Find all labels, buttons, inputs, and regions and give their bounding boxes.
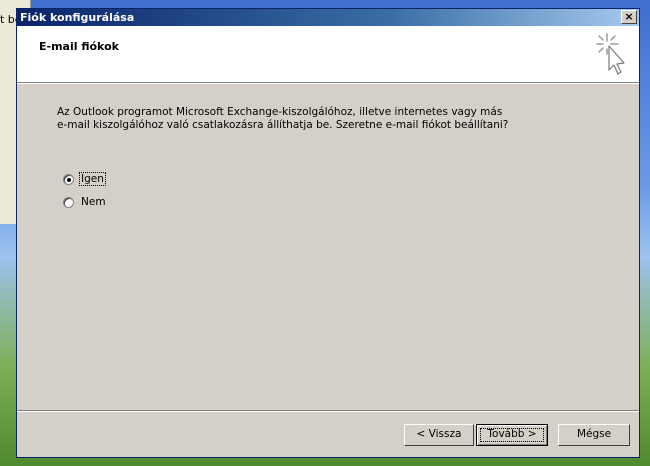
- question-line-1: Az Outlook programot Microsoft Exchange-…: [57, 106, 503, 118]
- next-button[interactable]: Tovább >: [476, 424, 548, 446]
- page-title: E-mail fiókok: [39, 40, 119, 53]
- radio-label-igen[interactable]: Igen: [79, 172, 106, 186]
- question-text: Az Outlook programot Microsoft Exchange-…: [57, 106, 527, 132]
- sparkle-cursor-icon: [596, 33, 625, 75]
- radio-option-nem[interactable]: Nem: [63, 195, 107, 209]
- radio-button-igen[interactable]: [63, 173, 74, 185]
- account-settings-dialog: Fiók konfigurálása × E-mail fiókok Az Ou…: [16, 8, 640, 458]
- radio-option-igen[interactable]: Igen: [63, 172, 106, 186]
- footer-divider-highlight: [17, 411, 639, 412]
- cancel-button[interactable]: Mégse: [558, 424, 630, 446]
- radio-button-nem[interactable]: [63, 196, 74, 208]
- wizard-header: E-mail fiókok: [17, 26, 639, 83]
- back-button[interactable]: < Vissza: [404, 424, 474, 446]
- next-button-label: Tovább >: [477, 425, 547, 445]
- dialog-title: Fiók konfigurálása: [20, 11, 135, 24]
- question-line-2: e-mail kiszolgálóhoz való csatlakozásra …: [57, 119, 509, 131]
- radio-label-nem[interactable]: Nem: [80, 196, 107, 208]
- header-divider: [17, 83, 639, 84]
- close-icon: ×: [624, 10, 634, 23]
- dialog-titlebar[interactable]: Fiók konfigurálása ×: [17, 9, 639, 26]
- close-button[interactable]: ×: [621, 10, 637, 24]
